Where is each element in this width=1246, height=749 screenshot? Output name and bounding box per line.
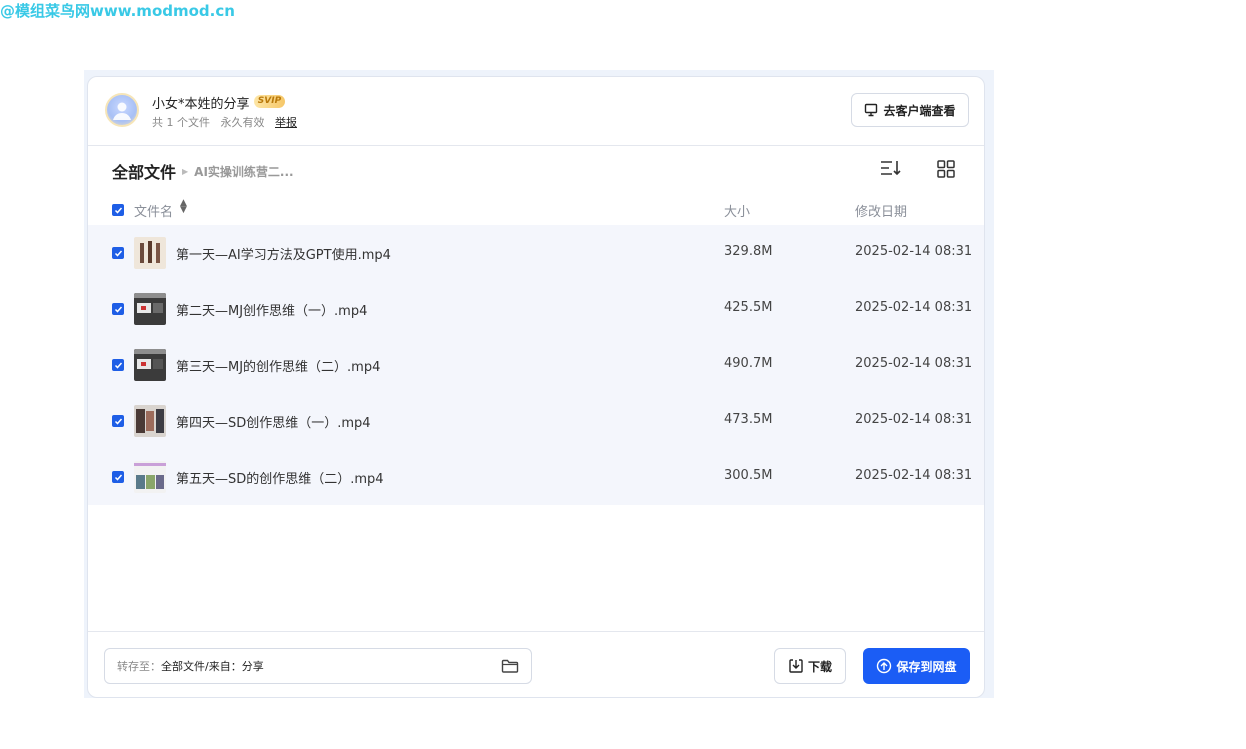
share-panel: 小女*本姓的分享 SVIP 共 1 个文件 永久有效 举报 去客户端查看 全部文… — [87, 76, 985, 698]
file-name[interactable]: 第五天—SD的创作思维（二）.mp4 — [176, 468, 384, 487]
check-icon — [114, 250, 122, 257]
check-icon — [114, 362, 122, 369]
validity: 永久有效 — [220, 116, 265, 129]
save-path-value: 全部文件/来自：分享 — [161, 660, 264, 673]
breadcrumb: 全部文件 ▶ AI实操训练营二... — [112, 159, 294, 183]
sort-toggle-icon[interactable]: ▲ ▼ — [180, 199, 187, 215]
sort-button[interactable] — [880, 159, 902, 181]
breadcrumb-current: AI实操训练营二... — [194, 164, 294, 179]
row-checkbox[interactable] — [112, 471, 124, 483]
file-date: 2025-02-14 08:31 — [855, 244, 973, 259]
table-row[interactable]: 第五天—SD的创作思维（二）.mp4 300.5M 2025-02-14 08:… — [88, 449, 984, 505]
file-name[interactable]: 第一天—AI学习方法及GPT使用.mp4 — [176, 244, 391, 263]
column-date: 修改日期 — [855, 205, 908, 220]
check-icon — [114, 418, 122, 425]
grid-icon — [937, 160, 955, 178]
table-row[interactable]: 第三天—MJ的创作思维（二）.mp4 490.7M 2025-02-14 08:… — [88, 337, 984, 393]
save-to-cloud-button[interactable]: 保存到网盘 — [863, 648, 970, 684]
sort-list-icon — [881, 161, 901, 176]
save-to-cloud-label: 保存到网盘 — [896, 659, 957, 674]
file-list: 第一天—AI学习方法及GPT使用.mp4 329.8M 2025-02-14 0… — [88, 225, 984, 505]
avatar — [105, 93, 139, 127]
video-thumbnail — [134, 349, 166, 381]
file-size: 329.8M — [724, 244, 773, 259]
file-name[interactable]: 第二天—MJ创作思维（一）.mp4 — [176, 300, 367, 319]
download-icon — [789, 659, 803, 673]
file-size: 473.5M — [724, 412, 773, 427]
file-size: 490.7M — [724, 356, 773, 371]
row-checkbox[interactable] — [112, 415, 124, 427]
open-client-button[interactable]: 去客户端查看 — [851, 93, 969, 127]
table-header: 文件名 ▲ ▼ 大小 修改日期 — [88, 197, 984, 225]
file-size: 425.5M — [724, 300, 773, 315]
open-client-label: 去客户端查看 — [883, 103, 956, 118]
download-label: 下载 — [807, 659, 832, 674]
check-icon — [114, 306, 122, 313]
row-checkbox[interactable] — [112, 247, 124, 259]
watermark: @模组菜鸟网www.modmod.cn — [0, 2, 235, 20]
share-meta: 共 1 个文件 永久有效 举报 — [152, 114, 304, 130]
table-row[interactable]: 第一天—AI学习方法及GPT使用.mp4 329.8M 2025-02-14 0… — [88, 225, 984, 281]
check-icon — [114, 474, 122, 481]
monitor-icon — [865, 103, 878, 117]
folder-icon[interactable] — [501, 658, 519, 674]
breadcrumb-root[interactable]: 全部文件 — [112, 159, 176, 183]
svip-badge: SVIP — [254, 95, 285, 108]
breadcrumb-separator-icon: ▶ — [182, 166, 189, 176]
file-name[interactable]: 第四天—SD创作思维（一）.mp4 — [176, 412, 371, 431]
select-all-checkbox[interactable] — [112, 204, 124, 216]
table-row[interactable]: 第二天—MJ创作思维（一）.mp4 425.5M 2025-02-14 08:3… — [88, 281, 984, 337]
report-link[interactable]: 举报 — [275, 116, 297, 129]
share-header: 小女*本姓的分享 SVIP 共 1 个文件 永久有效 举报 去客户端查看 — [88, 77, 984, 146]
video-thumbnail — [134, 461, 166, 493]
check-icon — [114, 207, 122, 214]
table-row[interactable]: 第四天—SD创作思维（一）.mp4 473.5M 2025-02-14 08:3… — [88, 393, 984, 449]
file-date: 2025-02-14 08:31 — [855, 356, 973, 371]
file-count: 共 1 个文件 — [152, 116, 210, 129]
save-path-selector[interactable]: 转存至： 全部文件/来自：分享 — [104, 648, 532, 684]
user-avatar-icon — [113, 102, 131, 120]
video-thumbnail — [134, 237, 166, 269]
share-footer: 转存至： 全部文件/来自：分享 下载 保存到网盘 — [88, 631, 984, 697]
file-name[interactable]: 第三天—MJ的创作思维（二）.mp4 — [176, 356, 380, 375]
file-date: 2025-02-14 08:31 — [855, 300, 973, 315]
row-checkbox[interactable] — [112, 303, 124, 315]
save-path-label: 转存至： — [117, 660, 161, 673]
share-title: 小女*本姓的分享 — [152, 97, 250, 112]
video-thumbnail — [134, 293, 166, 325]
file-size: 300.5M — [724, 468, 773, 483]
video-thumbnail — [134, 405, 166, 437]
row-checkbox[interactable] — [112, 359, 124, 371]
grid-view-button[interactable] — [936, 159, 956, 183]
cloud-upload-icon — [877, 658, 892, 674]
file-date: 2025-02-14 08:31 — [855, 412, 973, 427]
download-button[interactable]: 下载 — [774, 648, 846, 684]
file-date: 2025-02-14 08:31 — [855, 468, 973, 483]
column-size: 大小 — [724, 205, 751, 220]
column-name[interactable]: 文件名 — [134, 201, 173, 220]
